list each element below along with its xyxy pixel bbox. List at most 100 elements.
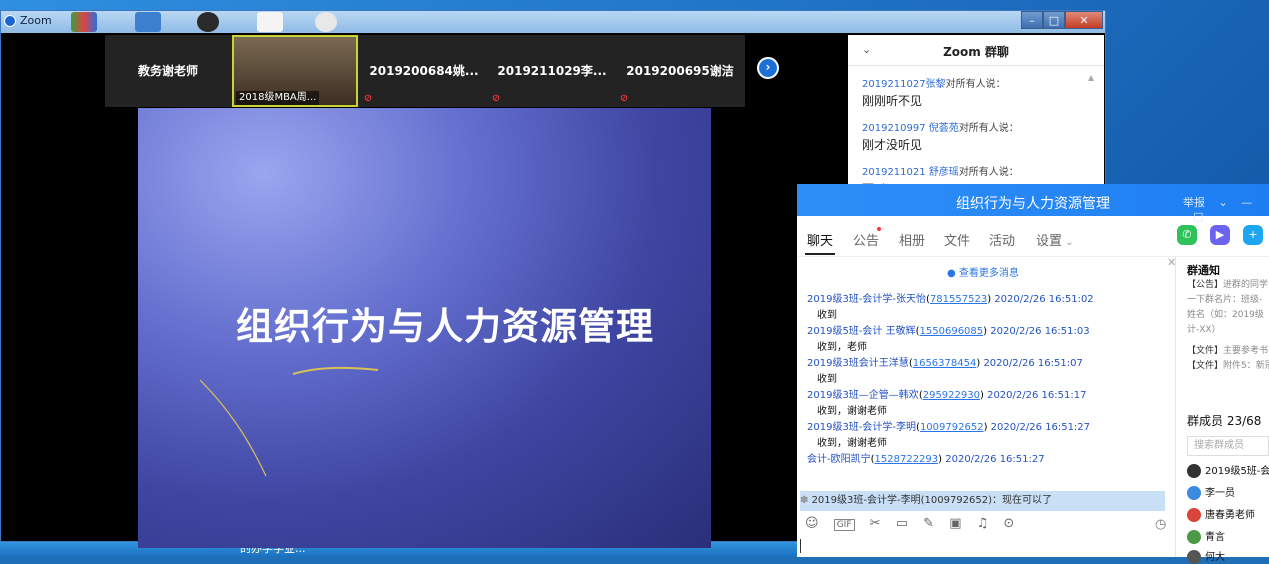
sender-name[interactable]: 2019级3班-会计学-张天怡: [807, 294, 926, 305]
member-item[interactable]: 唐春勇老师: [1187, 506, 1255, 522]
close-button[interactable]: ✕: [1065, 11, 1103, 29]
sender-name[interactable]: 2019级3班—企管—韩欢: [807, 390, 919, 401]
sender-qq[interactable]: 1656378454: [913, 358, 977, 369]
next-page-button[interactable]: ›: [757, 57, 779, 79]
notice-line: 一下群名片：班级-: [1187, 295, 1263, 305]
notice-text: 主要参考书: [1223, 346, 1269, 356]
app-icon[interactable]: [315, 12, 337, 32]
zoom-window-title: Zoom: [20, 14, 52, 27]
chat-recipient: 对所有人说：: [945, 79, 1006, 90]
mic-muted-icon: ⊘: [363, 93, 373, 104]
tab-activity[interactable]: 活动: [989, 230, 1015, 249]
member-name: 青言: [1205, 532, 1225, 543]
member-item[interactable]: 李一员: [1187, 484, 1235, 500]
message-time: 2020/2/26 16:51:02: [994, 294, 1094, 305]
zoom-chat-header: ⌄ Zoom 群聊: [848, 35, 1104, 66]
member-search-input[interactable]: 搜索群成员: [1187, 436, 1269, 456]
member-item[interactable]: 2019级5班-会: [1187, 462, 1269, 478]
participant-tile-active[interactable]: 2018级MBA周...: [232, 35, 358, 107]
active-tab-indicator: [805, 253, 835, 255]
tab-album[interactable]: 相册: [899, 230, 925, 249]
mic-muted-icon: ⊘: [491, 93, 501, 104]
notice-line[interactable]: 【公告】进群的同学: [1187, 278, 1269, 293]
message-text: 收到: [817, 310, 837, 321]
message-header: 2019级3班-会计学-李明(1009792652) 2020/2/26 16:…: [807, 422, 1091, 433]
sender-name[interactable]: 会计-欧阳凯宁: [807, 454, 871, 465]
notice-line: 姓名（如：2019级: [1187, 310, 1264, 320]
sticker-icon[interactable]: ✎: [923, 516, 934, 531]
notice-line[interactable]: 【文件】附件5：新冠: [1187, 359, 1269, 374]
more-messages-label: 查看更多消息: [958, 268, 1019, 279]
chat-text: 刚刚听不见: [862, 94, 923, 108]
notice-line[interactable]: 【文件】主要参考书: [1187, 344, 1269, 359]
video-icon[interactable]: ▶: [1210, 225, 1230, 245]
member-item[interactable]: 何大: [1187, 548, 1225, 564]
chat-sender: 2019211021 舒彦瑶: [862, 167, 959, 178]
app-icon[interactable]: [257, 12, 283, 32]
zoom-chat-title: Zoom 群聊: [943, 45, 1009, 59]
sender-qq[interactable]: 781557523: [930, 294, 987, 305]
maximize-button[interactable]: □: [1043, 11, 1065, 29]
sender-qq[interactable]: 1528722293: [875, 454, 939, 465]
report-link[interactable]: 举报: [1183, 196, 1205, 209]
history-clock-icon[interactable]: ◷: [1155, 517, 1166, 532]
chat-message: 2019211027张黎对所有人说： 刚刚听不见: [862, 75, 1006, 109]
participant-tile[interactable]: 2019211029李... ⊘: [489, 35, 615, 107]
avatar: [1187, 486, 1201, 500]
avatar: [1187, 550, 1201, 564]
notice-bar[interactable]: ✽ 2019级3班-会计学-李明(1009792652)：现在可以了: [800, 491, 1165, 511]
sender-qq[interactable]: 295922930: [923, 390, 980, 401]
sender-qq[interactable]: 1550696085: [920, 326, 984, 337]
avatar: [1187, 530, 1201, 544]
chevron-down-icon[interactable]: ⌄: [1219, 196, 1228, 209]
app-icon[interactable]: [197, 12, 219, 32]
sender-name[interactable]: 2019级5班-会计 王敬辉: [807, 326, 916, 337]
sender-qq[interactable]: 1009792652: [920, 422, 984, 433]
tab-announcement[interactable]: 公告: [853, 227, 881, 249]
member-name: 唐春勇老师: [1205, 510, 1255, 521]
participant-name: 教务谢老师: [137, 64, 198, 78]
message-text: 收到: [817, 374, 837, 385]
message-header: 2019级3班会计王洋慧(1656378454) 2020/2/26 16:51…: [807, 358, 1083, 369]
participant-tile[interactable]: 2019200684姚... ⊘: [361, 35, 487, 107]
gif-icon[interactable]: GIF: [833, 519, 855, 531]
emoji-icon[interactable]: ☺: [805, 516, 819, 531]
slide-decoration-line: [292, 366, 379, 375]
more-icon[interactable]: ⊙: [1003, 516, 1014, 531]
message-text: 收到，谢谢老师: [817, 406, 887, 417]
folder-icon[interactable]: ▭: [896, 516, 908, 531]
qq-group-window: 组织行为与人力资源管理 举报 ⌄ — □ 聊天 公告 相册 文件 活动 设置 ⌄…: [797, 184, 1269, 564]
notice-text: 附件5：新冠: [1223, 361, 1269, 371]
scissors-icon[interactable]: ✂: [870, 516, 881, 531]
member-item[interactable]: 青言: [1187, 528, 1225, 544]
tab-settings[interactable]: 设置 ⌄: [1036, 230, 1074, 249]
notice-text: 进群的同学: [1223, 280, 1269, 290]
sender-name[interactable]: 2019级3班-会计学-李明: [807, 422, 916, 433]
message-header: 会计-欧阳凯宁(1528722293) 2020/2/26 16:51:27: [807, 454, 1045, 465]
app-icon[interactable]: [135, 12, 161, 32]
share-icon[interactable]: +: [1243, 225, 1263, 245]
tab-label: 公告: [853, 234, 880, 249]
text-cursor[interactable]: [800, 539, 801, 553]
image-icon[interactable]: ▣: [949, 516, 961, 531]
chat-sender: 2019211027张黎: [862, 79, 946, 90]
app-icon[interactable]: [71, 12, 97, 32]
mic-muted-icon: ⊘: [619, 93, 629, 104]
input-toolbar: ☺ GIF ✂ ▭ ✎ ▣ ♫ ⊙: [805, 516, 1175, 534]
sender-name[interactable]: 2019级3班会计王洋慧: [807, 358, 909, 369]
scroll-up-icon[interactable]: ▲: [1088, 73, 1094, 82]
more-messages-link[interactable]: ● 查看更多消息: [947, 264, 1019, 279]
tab-chat[interactable]: 聊天: [807, 230, 833, 249]
phone-icon[interactable]: ✆: [1177, 225, 1197, 245]
message-header: 2019级5班-会计 王敬辉(1550696085) 2020/2/26 16:…: [807, 326, 1090, 337]
tab-files[interactable]: 文件: [944, 230, 970, 249]
participant-tile[interactable]: 2019200695谢洁 ⊘: [617, 35, 743, 107]
message-time: 2020/2/26 16:51:17: [987, 390, 1087, 401]
minimize-button[interactable]: –: [1021, 11, 1043, 29]
minimize-icon[interactable]: —: [1241, 196, 1252, 209]
message-time: 2020/2/26 16:51:03: [990, 326, 1090, 337]
bell-icon[interactable]: ♫: [977, 516, 989, 531]
chat-recipient: 对所有人说：: [958, 123, 1019, 134]
participant-tile[interactable]: 教务谢老师: [105, 35, 231, 107]
message-text: 收到，谢谢老师: [817, 438, 887, 449]
